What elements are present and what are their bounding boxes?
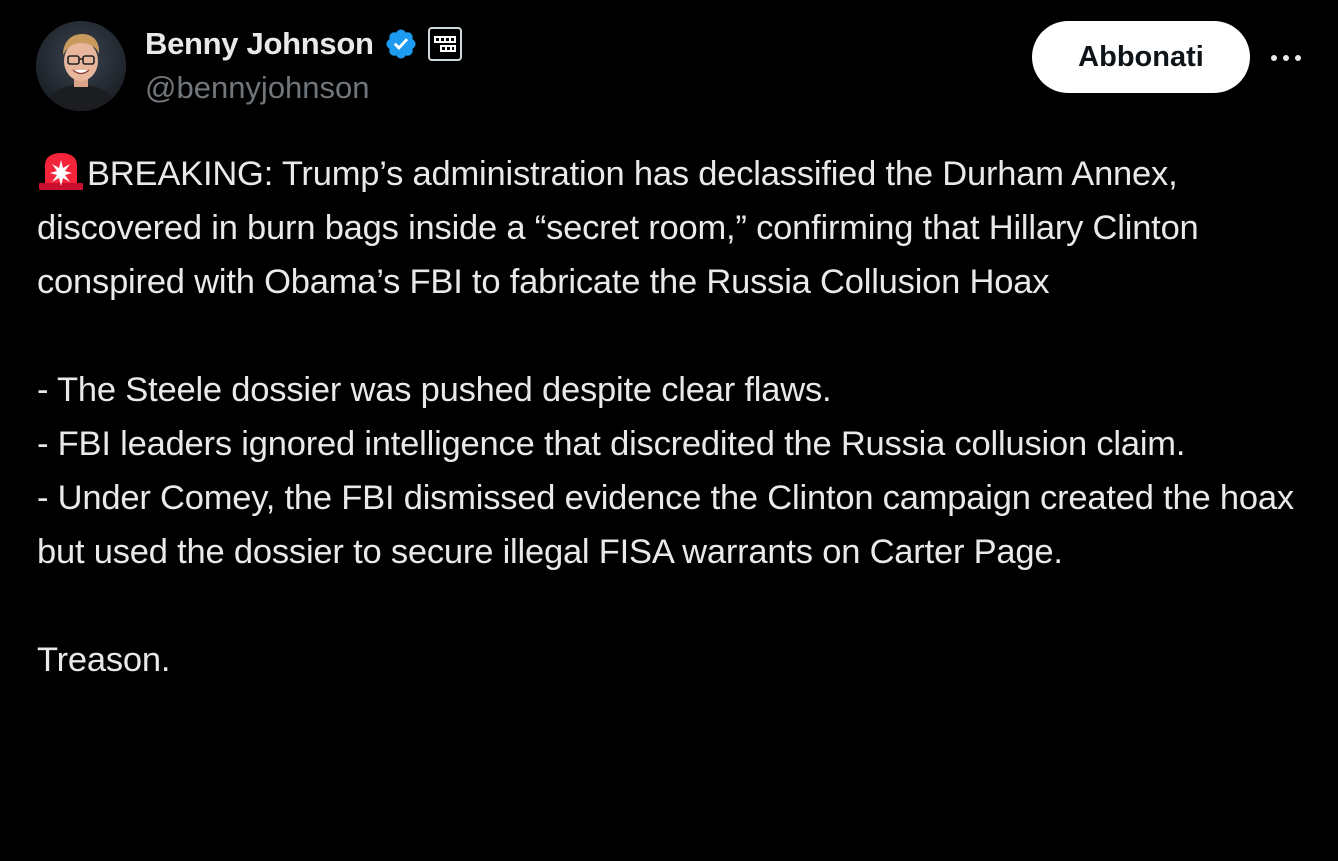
author-avatar[interactable] xyxy=(36,21,126,111)
post-bullet-2: - FBI leaders ignored intelligence that … xyxy=(37,425,1186,463)
post-blank-line xyxy=(37,309,1317,363)
profile-photo xyxy=(36,21,126,111)
post-blank-line xyxy=(37,579,1317,633)
post-text: BREAKING: Trump’s administration has dec… xyxy=(37,147,1317,687)
author-display-name[interactable]: Benny Johnson xyxy=(145,26,374,62)
verified-badge-icon[interactable] xyxy=(384,27,418,61)
post-closing-line: Treason. xyxy=(37,641,171,679)
post-bullet-1: - The Steele dossier was pushed despite … xyxy=(37,371,832,409)
author-name-row: Benny Johnson xyxy=(145,24,462,64)
post-bullet-3: - Under Comey, the FBI dismissed evidenc… xyxy=(37,479,1304,571)
police-siren-icon xyxy=(37,151,85,191)
subscribe-button[interactable]: Abbonati xyxy=(1032,21,1250,93)
author-handle[interactable]: @bennyjohnson xyxy=(145,70,370,106)
more-horizontal-icon xyxy=(1271,55,1301,61)
post-card: Benny Johnson @bennyjohnson Abbonati BRE… xyxy=(0,0,1338,861)
post-paragraph-text: BREAKING: Trump’s administration has dec… xyxy=(37,155,1208,301)
post-paragraph-1: BREAKING: Trump’s administration has dec… xyxy=(37,147,1317,309)
more-options-button[interactable] xyxy=(1266,38,1306,78)
affiliate-logo-badge-icon[interactable] xyxy=(427,27,462,61)
